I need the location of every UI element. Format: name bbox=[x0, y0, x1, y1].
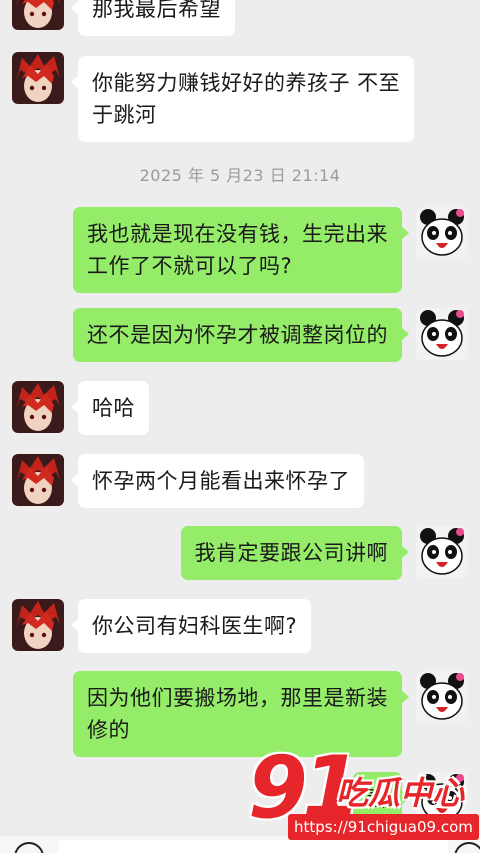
site-watermark: 91 吃瓜中心 https://91chigua09.com bbox=[244, 740, 480, 846]
message-text-line: 还不是因为怀孕才被调整岗位的 bbox=[87, 323, 388, 347]
message-text-line: 工作了不就可以了吗? bbox=[87, 254, 293, 278]
message-text-line: 我肯定要跟公司讲啊 bbox=[194, 541, 388, 565]
self-avatar[interactable] bbox=[416, 308, 468, 360]
panda-cartoon-avatar-icon bbox=[416, 526, 468, 578]
red-hair-anime-avatar-icon bbox=[12, 52, 64, 104]
message-text-line: 因为他们要搬场地，那里是新装 bbox=[87, 686, 388, 710]
sent-message-bubble[interactable]: 我肯定要跟公司讲啊 bbox=[180, 526, 409, 580]
red-hair-anime-avatar-icon bbox=[12, 381, 64, 433]
message-text-line: 你公司有妇科医生啊? bbox=[92, 614, 298, 638]
contact-avatar[interactable] bbox=[12, 599, 64, 651]
sent-message-bubble[interactable]: 我也就是现在没有钱，生完出来 工作了不就可以了吗? bbox=[73, 207, 409, 293]
message-text-line: 哈哈 bbox=[92, 396, 135, 420]
contact-avatar[interactable] bbox=[12, 381, 64, 433]
received-message-bubble[interactable]: 哈哈 bbox=[71, 381, 149, 435]
contact-avatar[interactable] bbox=[12, 52, 64, 104]
message-text-line: 你能努力赚钱好好的养孩子 不至 bbox=[92, 71, 401, 95]
message-text-line: 那我最后希望 bbox=[92, 0, 221, 21]
watermark-logo-text: 吃瓜中心 bbox=[336, 774, 465, 812]
received-message-bubble[interactable]: 怀孕两个月能看出来怀孕了 bbox=[71, 454, 364, 508]
red-hair-anime-avatar-icon bbox=[12, 599, 64, 651]
voice-input-icon[interactable] bbox=[14, 842, 44, 853]
message-text-line: 我也就是现在没有钱，生完出来 bbox=[87, 222, 388, 246]
message-text-line: 怀孕两个月能看出来怀孕了 bbox=[92, 469, 350, 493]
received-message-bubble[interactable]: 你公司有妇科医生啊? bbox=[70, 599, 312, 653]
panda-cartoon-avatar-icon bbox=[416, 308, 468, 360]
panda-cartoon-avatar-icon bbox=[416, 207, 468, 259]
sent-message-bubble[interactable]: 还不是因为怀孕才被调整岗位的 bbox=[73, 308, 409, 362]
panda-cartoon-avatar-icon bbox=[416, 671, 468, 723]
received-message-bubble[interactable]: 你能努力赚钱好好的养孩子 不至 于跳河 bbox=[70, 56, 415, 142]
message-text-line: 于跳河 bbox=[92, 103, 157, 127]
received-message-bubble[interactable]: 那我最后希望 bbox=[71, 0, 235, 36]
contact-avatar[interactable] bbox=[12, 454, 64, 506]
red-hair-anime-avatar-icon bbox=[12, 454, 64, 506]
self-avatar[interactable] bbox=[416, 671, 468, 723]
chat-window: 那我最后希望 你能努力赚钱好好的养孩子 不至 于跳河 2025 年 5 月23 … bbox=[0, 0, 480, 853]
message-timestamp: 2025 年 5 月23 日 21:14 bbox=[139, 166, 341, 185]
contact-avatar[interactable] bbox=[12, 0, 64, 30]
self-avatar[interactable] bbox=[416, 526, 468, 578]
red-hair-anime-avatar-icon bbox=[12, 0, 64, 30]
watermark-url: https://91chigua09.com bbox=[288, 814, 479, 840]
self-avatar[interactable] bbox=[416, 207, 468, 259]
